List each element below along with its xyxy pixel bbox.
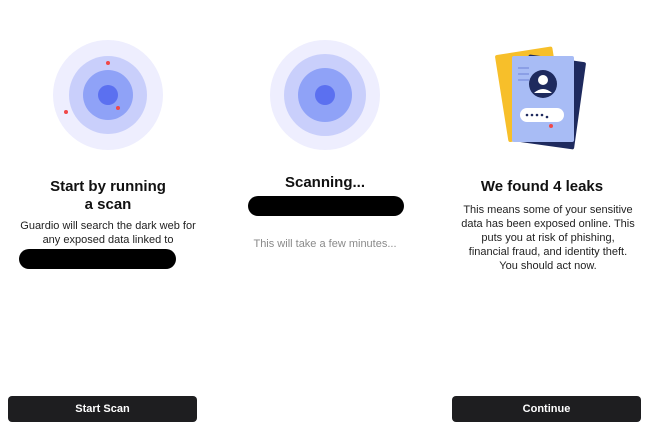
step-title: Start by running a scan — [0, 178, 216, 214]
step-scanning: Scanning... This will take a few minutes… — [217, 0, 433, 430]
step-title-line1: Start by running — [50, 178, 166, 195]
redacted-email — [19, 249, 176, 269]
leaked-documents-icon — [495, 46, 586, 150]
step-title: Scanning... — [284, 174, 365, 191]
radar-scan-icon — [53, 40, 163, 150]
start-scan-button[interactable]: Start Scan — [8, 396, 197, 422]
step-start-scan: Start by running a scan Guardio will sea… — [0, 0, 216, 430]
step-title: We found 4 leaks — [480, 178, 604, 195]
step-description: Guardio will search the dark web for any… — [20, 220, 196, 246]
step-results: We found 4 leaks This means some of your… — [434, 0, 650, 430]
radar-scanning-icon — [270, 40, 380, 150]
redacted-email — [248, 196, 404, 216]
scan-duration-note: This will take a few minutes... — [253, 238, 397, 250]
step-title-line2: a scan — [84, 196, 132, 213]
step-description: This means some of your sensitive data h… — [461, 204, 635, 272]
continue-button[interactable]: Continue — [452, 396, 641, 422]
